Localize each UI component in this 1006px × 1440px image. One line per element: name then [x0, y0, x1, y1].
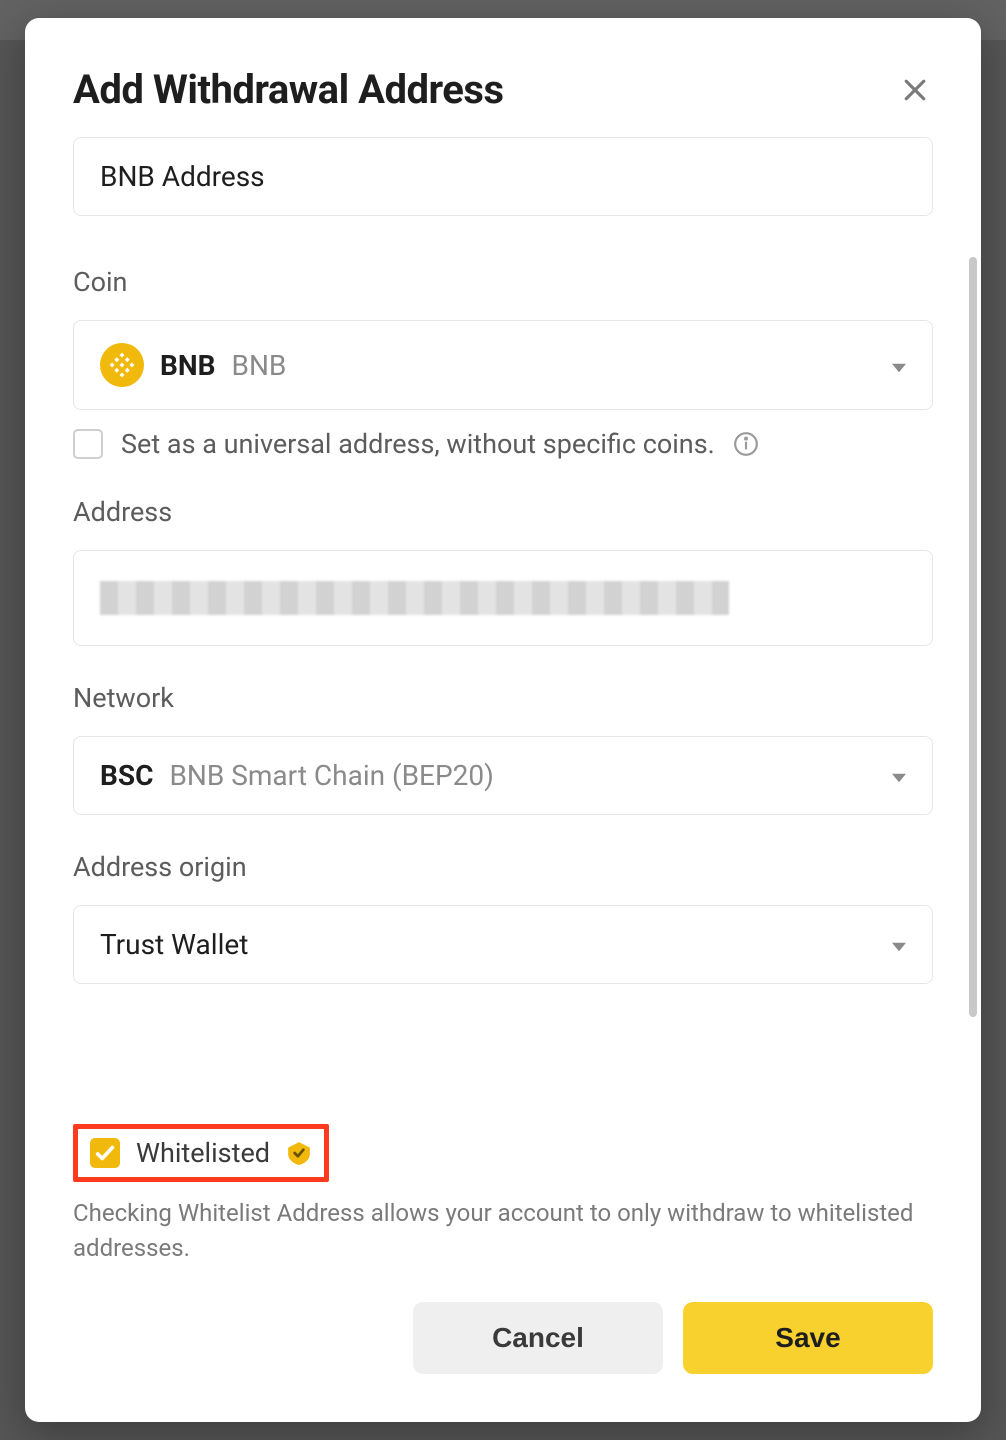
chevron-down-icon [892, 928, 906, 961]
scrollbar[interactable] [969, 257, 977, 1017]
chevron-down-icon [892, 759, 906, 792]
network-select-value: BSC BNB Smart Chain (BEP20) [100, 759, 494, 792]
bnb-coin-icon [100, 343, 144, 387]
address-label: Address [73, 496, 933, 528]
save-button[interactable]: Save [683, 1302, 933, 1374]
address-origin-value: Trust Wallet [100, 928, 248, 961]
address-input[interactable] [73, 550, 933, 646]
universal-address-row: Set as a universal address, without spec… [73, 428, 933, 460]
close-button[interactable] [897, 72, 933, 108]
coin-symbol: BNB [160, 349, 216, 382]
coin-name: BNB [232, 349, 287, 382]
coin-select-value: BNB BNB [100, 343, 286, 387]
chevron-down-icon [892, 349, 906, 382]
network-label: Network [73, 682, 933, 714]
address-field: Address [73, 496, 933, 646]
address-origin-select[interactable]: Trust Wallet [73, 905, 933, 984]
whitelist-label: Whitelisted [136, 1137, 270, 1169]
coin-label: Coin [73, 266, 933, 298]
close-icon [900, 75, 930, 105]
cancel-button[interactable]: Cancel [413, 1302, 663, 1374]
whitelist-checkbox[interactable] [90, 1138, 120, 1168]
whitelist-description: Checking Whitelist Address allows your a… [73, 1196, 933, 1266]
coin-select[interactable]: BNB BNB [73, 320, 933, 410]
modal-body: BNB Address Coin BNB BNB Set as a univer… [25, 137, 981, 1118]
modal-header: Add Withdrawal Address [25, 18, 981, 137]
add-withdrawal-address-modal: Add Withdrawal Address BNB Address Coin … [25, 18, 981, 1422]
whitelist-section: Whitelisted Checking Whitelist Address a… [25, 1124, 981, 1266]
universal-address-checkbox[interactable] [73, 429, 103, 459]
whitelist-highlight: Whitelisted [73, 1124, 329, 1182]
modal-title: Add Withdrawal Address [73, 66, 504, 113]
network-name: BNB Smart Chain (BEP20) [169, 759, 493, 792]
info-icon[interactable] [733, 431, 759, 457]
address-label-value: BNB Address [100, 160, 265, 193]
universal-address-label: Set as a universal address, without spec… [121, 428, 715, 460]
address-label-input[interactable]: BNB Address [73, 137, 933, 216]
modal-footer: Cancel Save [25, 1266, 981, 1422]
address-origin-field: Address origin Trust Wallet [73, 851, 933, 984]
network-code: BSC [100, 759, 153, 792]
redacted-address [100, 581, 729, 615]
address-origin-label: Address origin [73, 851, 933, 883]
network-select[interactable]: BSC BNB Smart Chain (BEP20) [73, 736, 933, 815]
whitelist-badge-icon [286, 1140, 312, 1166]
coin-field: Coin BNB BNB Set as a universal address,… [73, 266, 933, 460]
network-field: Network BSC BNB Smart Chain (BEP20) [73, 682, 933, 815]
